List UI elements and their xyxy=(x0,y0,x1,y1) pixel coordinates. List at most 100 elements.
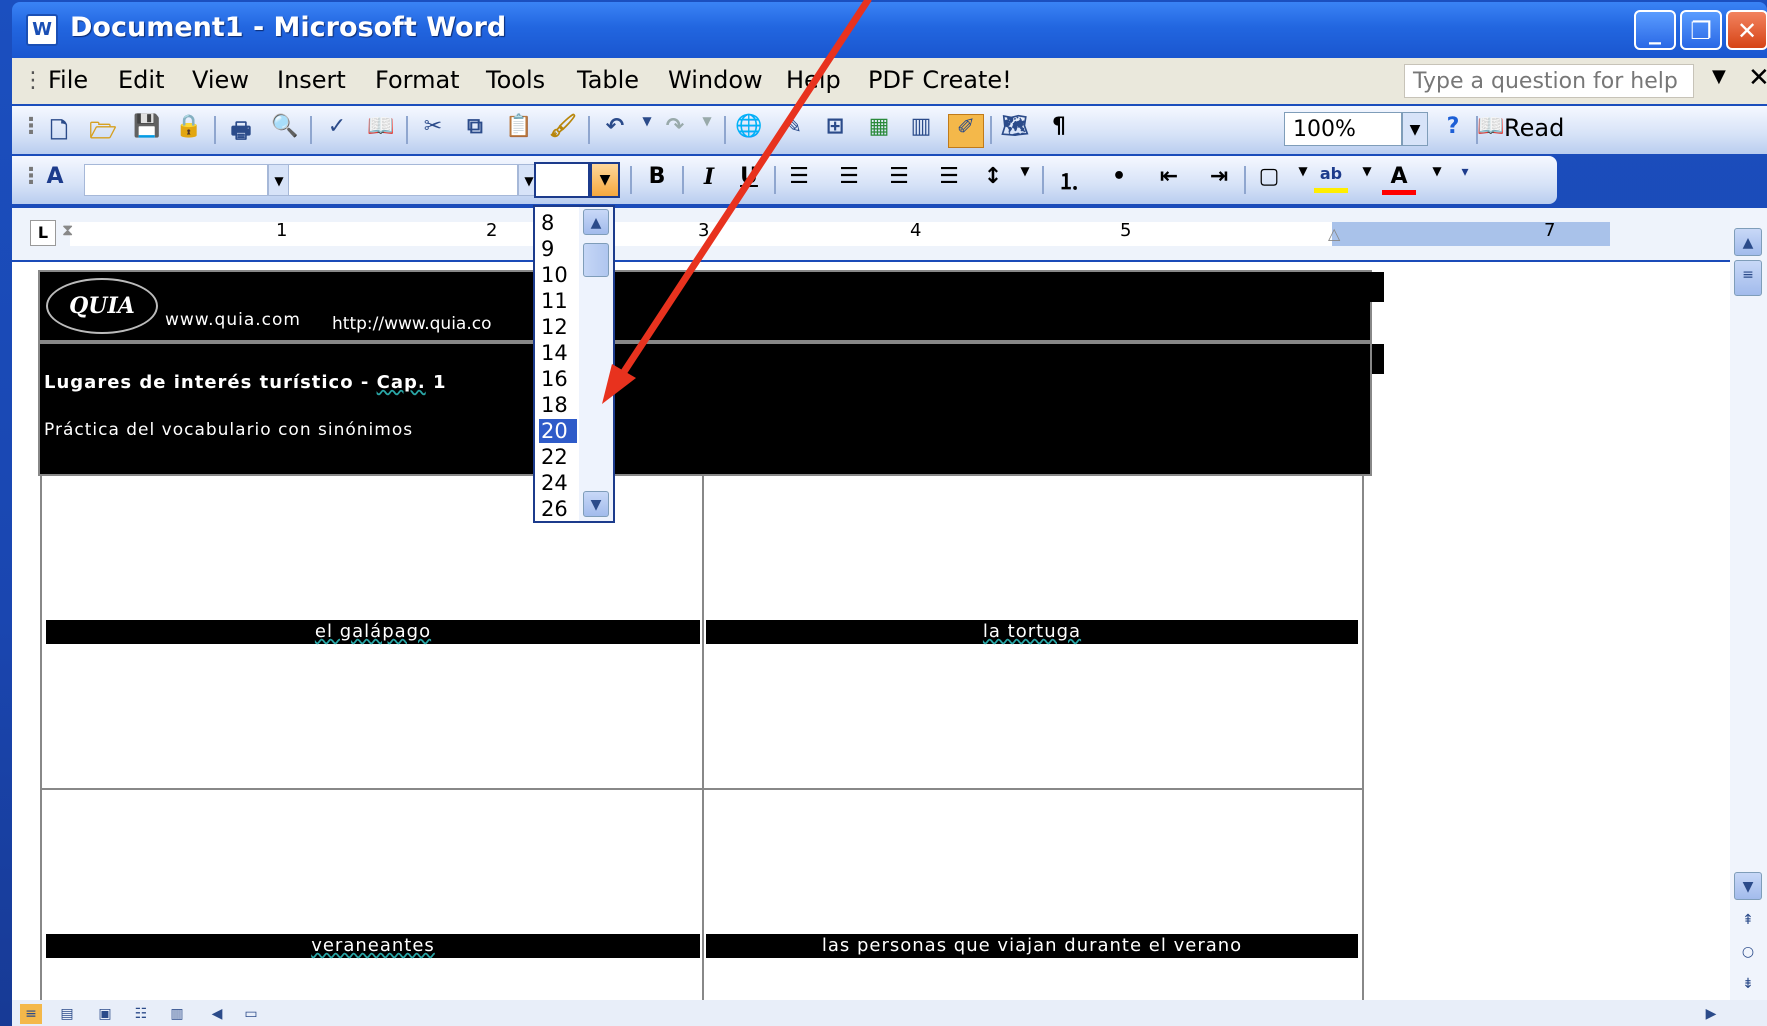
permission-icon[interactable]: 🔒 xyxy=(172,114,206,146)
font-size-option-11[interactable]: 11 xyxy=(539,289,577,313)
menu-insert[interactable]: Insert xyxy=(277,66,346,94)
undo-icon[interactable]: ↶ xyxy=(598,114,632,146)
italic-button[interactable]: I xyxy=(692,164,726,196)
menu-format[interactable]: Format xyxy=(375,66,460,94)
menu-pdf-create[interactable]: PDF Create! xyxy=(868,66,1012,94)
tables-borders-icon[interactable]: ✎ xyxy=(776,114,810,146)
bullets-icon[interactable]: • xyxy=(1102,164,1136,196)
minimize-button[interactable]: _ xyxy=(1634,10,1676,50)
font-size-list-scrollbar[interactable]: ▲ ▼ xyxy=(579,207,613,521)
document-close-button[interactable]: ✕ xyxy=(1748,63,1767,93)
borders-icon[interactable]: ▢ xyxy=(1252,164,1286,196)
restore-button[interactable]: ❐ xyxy=(1680,10,1722,50)
font-size-option-12[interactable]: 12 xyxy=(539,315,577,339)
drawing-icon[interactable]: ✐ xyxy=(948,114,984,148)
next-page-icon[interactable]: ⇟ xyxy=(1734,970,1762,998)
scroll-up-icon[interactable]: ▲ xyxy=(1734,228,1762,256)
font-size-dropdown-list[interactable]: 8 9 10 11 12 14 16 18 20 22 24 26 ▲ ▼ xyxy=(533,205,615,523)
word-app-icon[interactable]: W xyxy=(26,14,58,46)
align-left-icon[interactable]: ☰ xyxy=(782,164,816,196)
menu-tools[interactable]: Tools xyxy=(486,66,545,94)
line-spacing-icon[interactable]: ↕ xyxy=(976,164,1010,196)
highlight-dropdown-icon[interactable]: ▼ xyxy=(1350,164,1384,196)
print-preview-icon[interactable]: 🔍 xyxy=(268,114,302,146)
font-size-option-20-selected[interactable]: 20 xyxy=(539,419,577,443)
menu-edit[interactable]: Edit xyxy=(118,66,164,94)
style-dropdown-icon[interactable]: ▼ xyxy=(268,164,290,196)
font-size-input[interactable] xyxy=(534,162,590,198)
outline-view-icon[interactable]: ☷ xyxy=(130,1004,152,1024)
indent-marker-icon[interactable]: ⧗ xyxy=(62,220,78,248)
justify-icon[interactable]: ☰ xyxy=(932,164,966,196)
copy-icon[interactable]: ⧉ xyxy=(458,114,492,146)
show-hide-icon[interactable]: ¶ xyxy=(1042,114,1076,146)
scroll-left-icon[interactable]: ◀ xyxy=(206,1004,228,1024)
align-center-icon[interactable]: ☰ xyxy=(832,164,866,196)
tab-stop-selector-icon[interactable]: L xyxy=(30,220,56,246)
list-scroll-thumb[interactable] xyxy=(583,243,609,277)
font-size-option-10[interactable]: 10 xyxy=(539,263,577,287)
open-folder-icon[interactable]: 🗁 xyxy=(86,114,120,146)
quia-url-link[interactable]: http://www.quia.co xyxy=(332,314,492,334)
numbering-icon[interactable]: ⒈ xyxy=(1052,164,1086,196)
menu-grip-icon[interactable]: ⋮ xyxy=(22,68,44,93)
scroll-down-icon[interactable]: ▼ xyxy=(1734,872,1762,900)
right-indent-marker-icon[interactable]: △ xyxy=(1328,224,1340,243)
font-size-option-8[interactable]: 8 xyxy=(539,211,577,235)
read-button[interactable]: Read xyxy=(1504,114,1564,142)
line-spacing-dropdown-icon[interactable]: ▼ xyxy=(1008,164,1042,196)
font-size-option-9[interactable]: 9 xyxy=(539,237,577,261)
paste-icon[interactable]: 📋 xyxy=(502,114,536,146)
font-size-option-14[interactable]: 14 xyxy=(539,341,577,365)
increase-indent-icon[interactable]: ⇥ xyxy=(1202,164,1236,196)
save-icon[interactable]: 💾 xyxy=(130,114,164,146)
scroll-right-icon[interactable]: ▶ xyxy=(1700,1004,1722,1024)
help-icon[interactable]: ? xyxy=(1436,114,1470,146)
zoom-input[interactable]: 100% xyxy=(1284,112,1402,146)
font-size-option-16[interactable]: 16 xyxy=(539,367,577,391)
horizontal-scrollbar[interactable] xyxy=(12,1000,1767,1026)
font-size-option-26[interactable]: 26 xyxy=(539,497,577,521)
menu-file[interactable]: File xyxy=(48,66,88,94)
font-size-option-18[interactable]: 18 xyxy=(539,393,577,417)
help-search-input[interactable]: Type a question for help xyxy=(1404,64,1694,98)
styles-formatting-icon[interactable]: A xyxy=(38,164,72,196)
font-name-input[interactable] xyxy=(288,164,518,196)
menu-table[interactable]: Table xyxy=(577,66,639,94)
document-map-icon[interactable]: 🗺 xyxy=(998,114,1032,146)
redo-icon[interactable]: ↷ xyxy=(658,114,692,146)
list-scroll-down-icon[interactable]: ▼ xyxy=(583,491,609,517)
print-layout-icon[interactable]: ▣ xyxy=(94,1004,116,1024)
previous-page-icon[interactable]: ⇞ xyxy=(1734,906,1762,934)
font-color-icon[interactable]: A xyxy=(1382,164,1416,195)
vertical-scrollbar[interactable]: ▲ ≡ ▼ ⇞ ○ ⇟ xyxy=(1730,208,1767,1010)
font-size-dropdown-icon[interactable]: ▼ xyxy=(590,162,620,198)
new-document-icon[interactable]: 🗋 xyxy=(42,114,76,146)
read-mode-icon[interactable]: 📖 xyxy=(1474,114,1508,146)
menu-help[interactable]: Help xyxy=(786,66,841,94)
toolbar-options-icon[interactable]: ▾ xyxy=(1448,164,1482,196)
print-icon[interactable]: 🖶 xyxy=(224,114,258,146)
hyperlink-icon[interactable]: 🌐 xyxy=(732,114,766,146)
decrease-indent-icon[interactable]: ⇤ xyxy=(1152,164,1186,196)
columns-icon[interactable]: ▥ xyxy=(904,114,938,146)
bold-button[interactable]: B xyxy=(640,164,674,196)
spelling-icon[interactable]: ✓ xyxy=(320,114,354,146)
normal-view-icon[interactable]: ≡ xyxy=(20,1004,42,1024)
insert-table-icon[interactable]: ⊞ xyxy=(818,114,852,146)
highlight-icon[interactable]: ab xyxy=(1314,164,1348,193)
web-layout-icon[interactable]: ▤ xyxy=(56,1004,78,1024)
research-icon[interactable]: 📖 xyxy=(364,114,398,146)
insert-excel-icon[interactable]: ▦ xyxy=(862,114,896,146)
underline-button[interactable]: U xyxy=(732,164,766,196)
list-scroll-up-icon[interactable]: ▲ xyxy=(583,209,609,235)
menu-view[interactable]: View xyxy=(192,66,249,94)
zoom-dropdown-icon[interactable]: ▼ xyxy=(1402,112,1428,146)
select-browse-object-icon[interactable]: ○ xyxy=(1734,938,1762,966)
format-painter-icon[interactable]: 🖌 xyxy=(546,114,580,146)
scroll-thumb[interactable]: ≡ xyxy=(1734,260,1762,296)
reading-layout-icon[interactable]: ▥ xyxy=(166,1004,188,1024)
font-size-option-22[interactable]: 22 xyxy=(539,445,577,469)
close-button[interactable]: ✕ xyxy=(1726,10,1767,50)
cut-icon[interactable]: ✂ xyxy=(416,114,450,146)
